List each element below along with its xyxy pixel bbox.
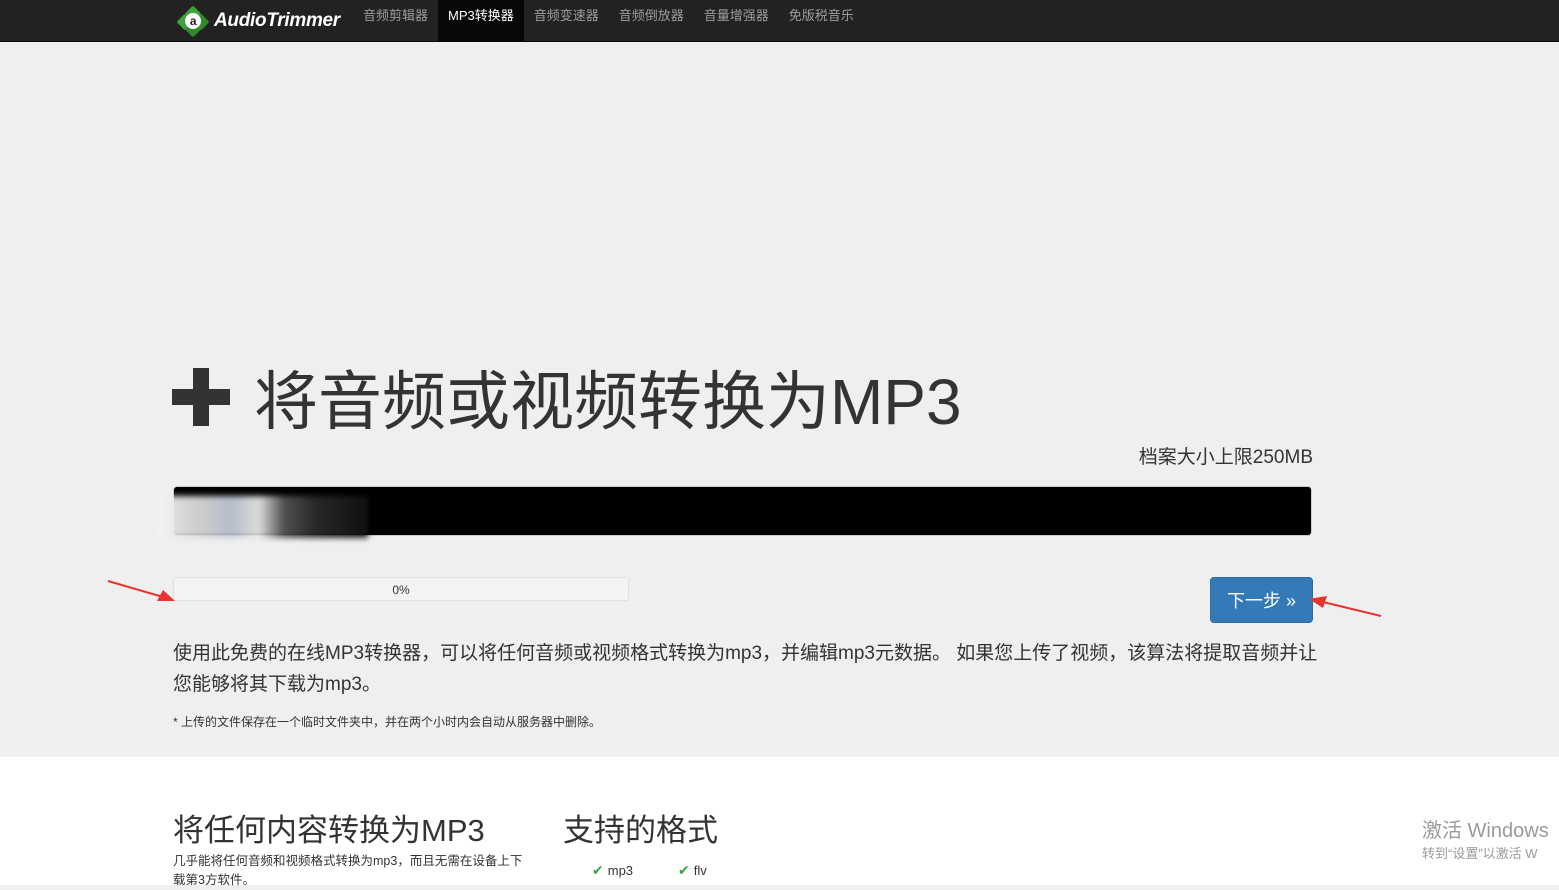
redacted-filename xyxy=(158,496,368,538)
description-text: 使用此免费的在线MP3转换器，可以将任何音频或视频格式转换为mp3，并编辑mp3… xyxy=(173,643,1318,695)
next-step-button[interactable]: 下一步 » xyxy=(1210,577,1313,623)
nav-item-volume-booster[interactable]: 音量增强器 xyxy=(694,0,779,41)
check-icon: ✔ xyxy=(592,862,604,878)
upload-progress-bar: 0% xyxy=(173,577,629,601)
nav-item-mp3-converter[interactable]: MP3转换器 xyxy=(438,0,524,41)
format-label: flv xyxy=(693,863,707,878)
convert-anything-heading: 将任何内容转换为MP3 xyxy=(173,813,485,848)
windows-activation-watermark: 激活 Windows xyxy=(1422,820,1549,842)
brand-logo[interactable]: a AudioTrimmer xyxy=(176,0,340,41)
supported-formats-heading: 支持的格式 xyxy=(563,813,718,848)
top-navbar: a AudioTrimmer 音频剪辑器 MP3转换器 音频变速器 音频倒放器 … xyxy=(0,0,1559,42)
temp-file-note: * 上传的文件保存在一个临时文件夹中，并在两个小时内会自动从服务器中删除。 xyxy=(173,715,602,729)
page-title: 将音频或视频转换为MP3 xyxy=(172,352,962,442)
format-label: mp3 xyxy=(607,863,634,878)
plus-icon xyxy=(172,368,230,426)
brand-name: AudioTrimmer xyxy=(214,9,340,31)
format-item: ✔ flv xyxy=(678,862,707,879)
nav-item-audio-cutter[interactable]: 音频剪辑器 xyxy=(353,0,438,41)
check-icon: ✔ xyxy=(678,862,690,878)
convert-anything-text: 几乎能将任何音频和视频格式转换为mp3，而且无需在设备上下载第3方软件。 xyxy=(173,854,523,887)
annotation-arrow-right xyxy=(1309,596,1382,617)
nav-item-royalty-free-music[interactable]: 免版税音乐 xyxy=(779,0,864,41)
format-item: ✔ mp3 xyxy=(592,862,633,879)
page-title-text: 将音频或视频转换为MP3 xyxy=(254,366,962,438)
nav-item-audio-speed[interactable]: 音频变速器 xyxy=(524,0,609,41)
progress-label: 0% xyxy=(392,583,410,597)
nav-item-audio-reverse[interactable]: 音频倒放器 xyxy=(609,0,694,41)
file-size-limit: 档案大小上限250MB xyxy=(1138,447,1313,468)
annotation-arrow-left xyxy=(107,580,175,601)
nav-menu: 音频剪辑器 MP3转换器 音频变速器 音频倒放器 音量增强器 免版税音乐 xyxy=(353,0,864,41)
audiotrimmer-logo-icon: a xyxy=(176,5,210,37)
windows-activation-hint: 转到“设置”以激活 W xyxy=(1422,846,1538,861)
